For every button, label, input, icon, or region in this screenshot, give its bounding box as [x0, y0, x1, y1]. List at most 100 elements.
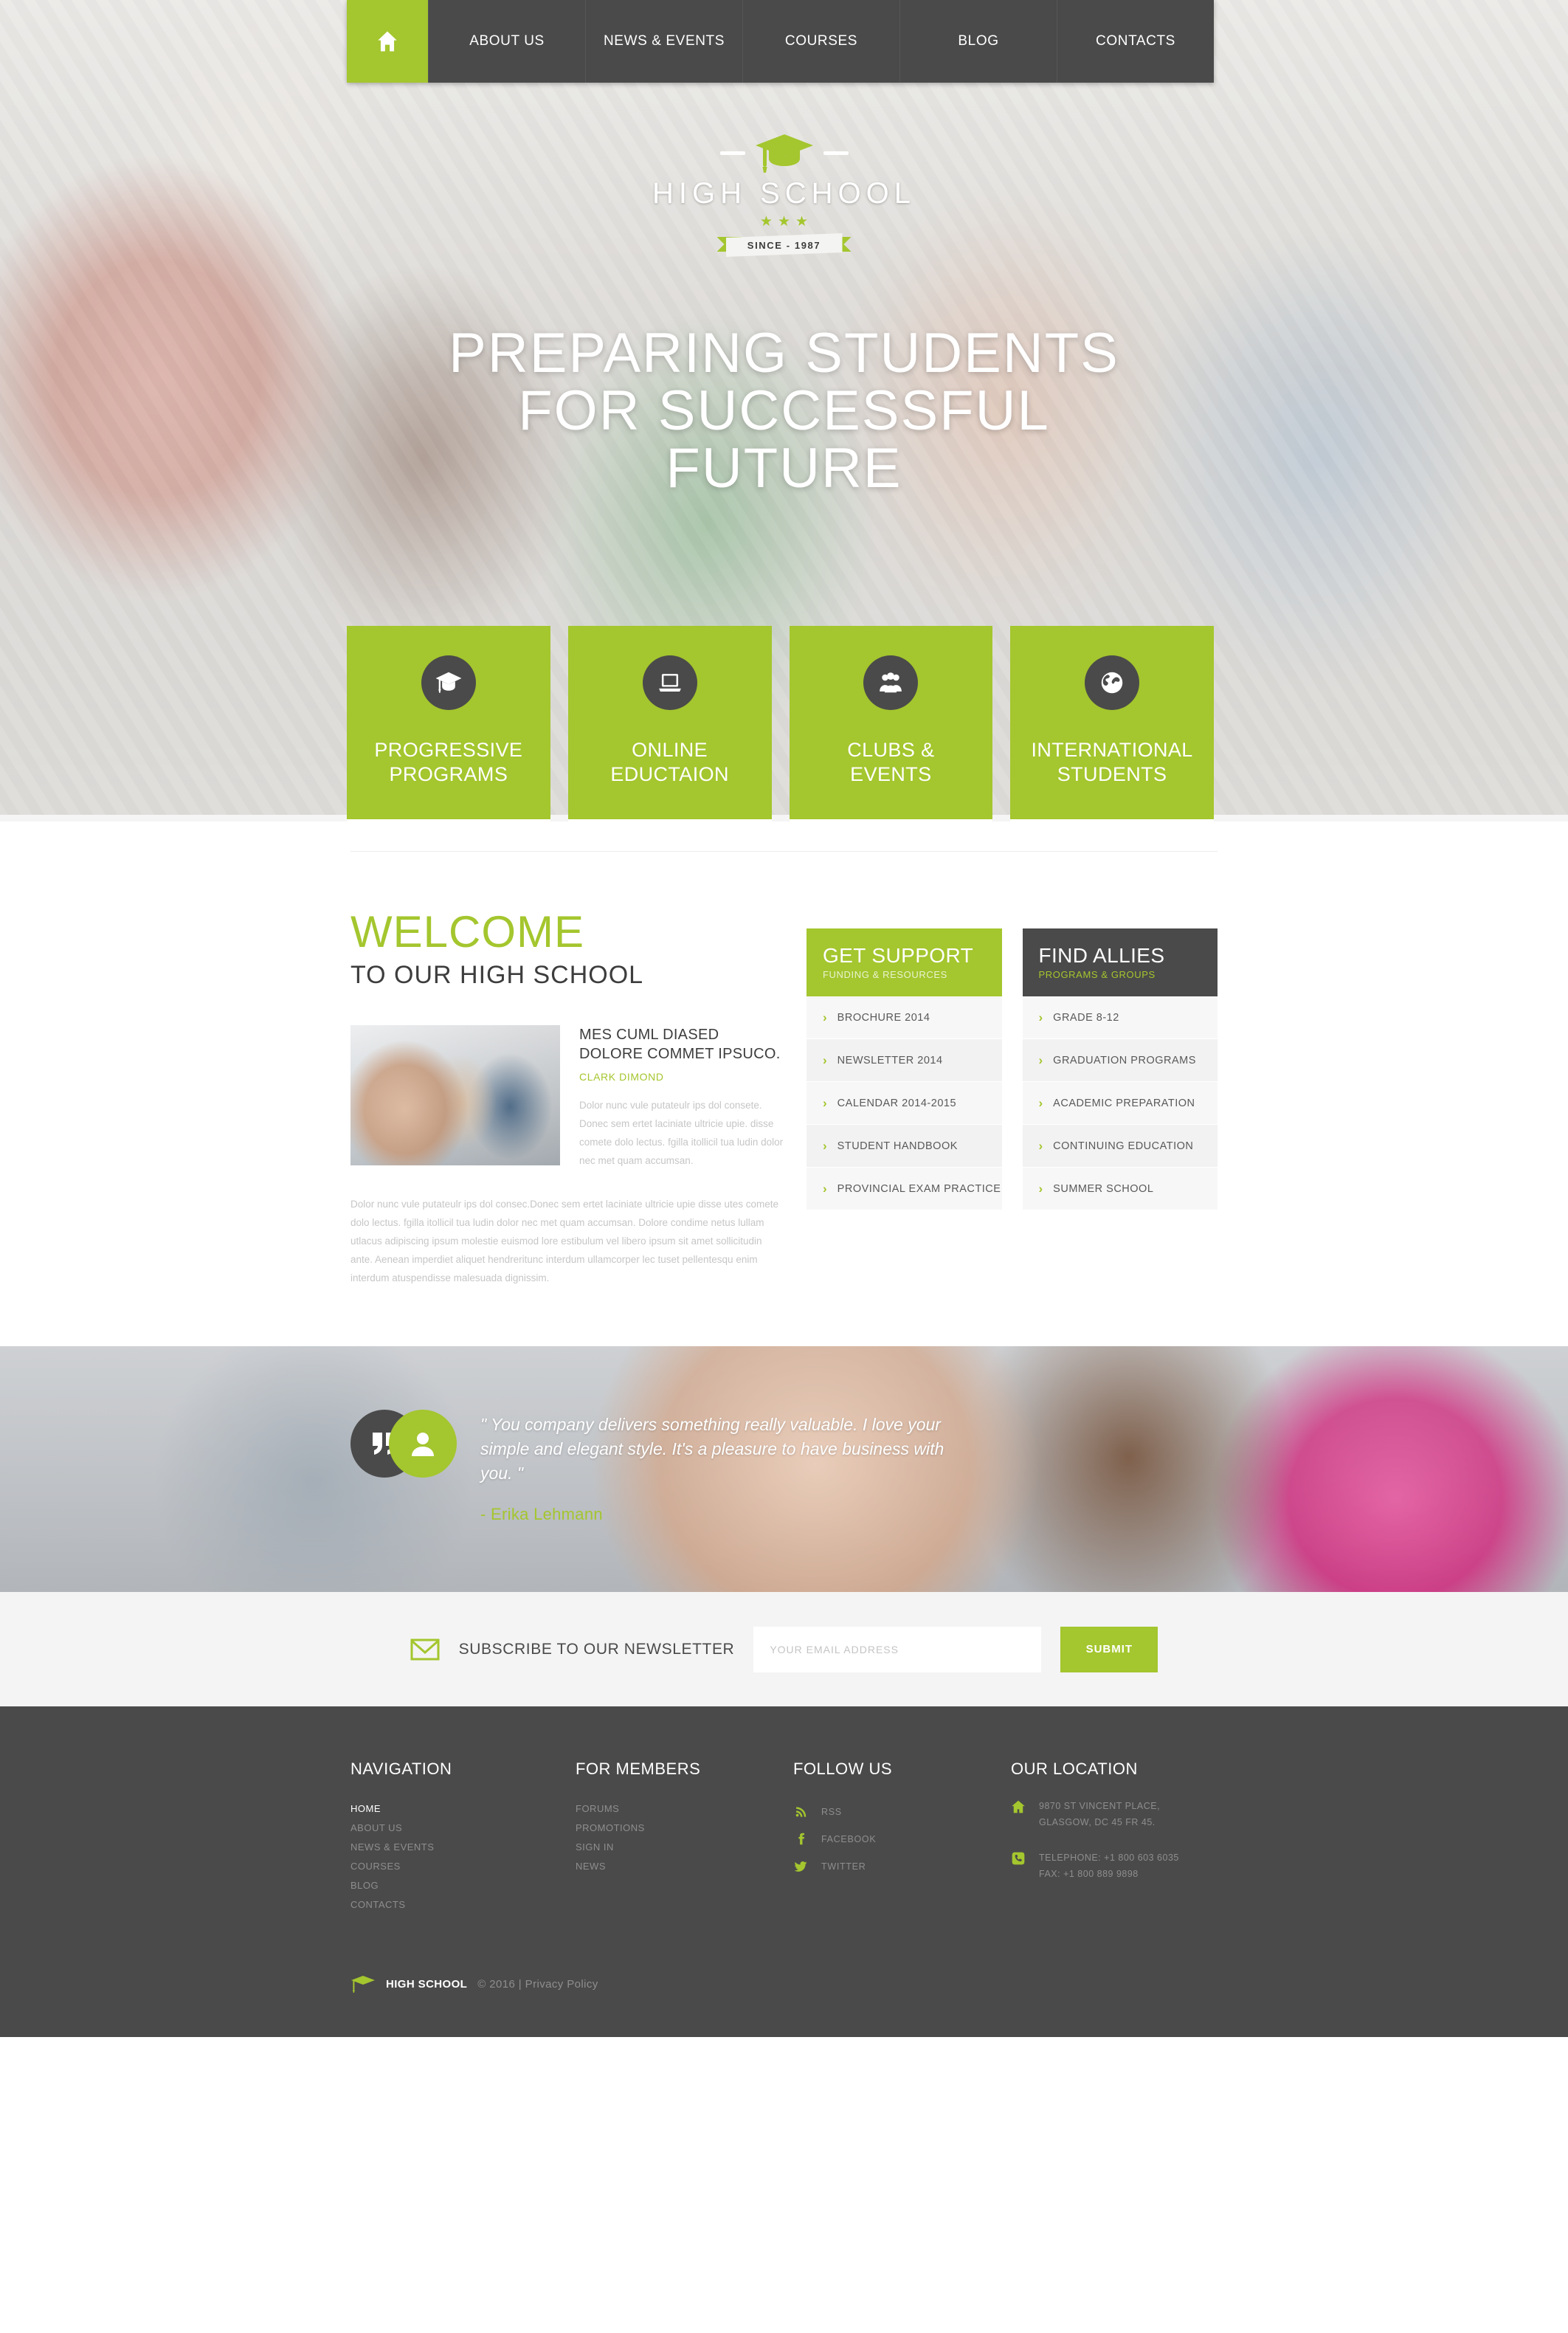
home-icon [378, 31, 397, 52]
hero-headline-line2: FOR SUCCESSFUL [518, 379, 1050, 442]
feature-card-header: ONLINE EDUCTAION [567, 626, 772, 819]
nav-item-home[interactable] [347, 0, 428, 83]
feature-card-header: CLUBS & EVENTS [789, 626, 993, 819]
get-support-title: GET SUPPORT [823, 944, 974, 967]
footer-link-forums[interactable]: FORUMS [576, 1799, 793, 1819]
group-people-icon [880, 672, 902, 693]
list-item[interactable]: › GRADUATION PROGRAMS [1022, 1039, 1218, 1082]
feature-card-body: DOLORE IPSUM Vivamus vel eros eget magna… [567, 819, 772, 821]
logo-dash-left [719, 151, 745, 155]
feature-card-progressive-programs[interactable]: PROGRESSIVE PROGRAMS DOLORE IPSUM Vivamu… [347, 626, 550, 821]
feature-card-title: INTERNATIONAL STUDENTS [1032, 738, 1193, 787]
footer-location-column: OUR LOCATION 9870 ST VINCENT PLACE, GLAS… [1011, 1760, 1218, 1915]
footer-link-contacts[interactable]: CONTACTS [350, 1895, 576, 1915]
feature-title-line2: PROGRAMS [389, 763, 508, 785]
footer-heading: FOR MEMBERS [576, 1760, 701, 1778]
welcome-section: WELCOME TO OUR HIGH SCHOOL MES CUML DIAS… [0, 821, 1568, 1346]
chevron-right-icon: › [1038, 1053, 1043, 1067]
nav-item-courses[interactable]: COURSES [742, 0, 899, 83]
footer-link-news[interactable]: NEWS [576, 1857, 793, 1876]
footer-phone-row: TELEPHONE: +1 800 603 6035 FAX: +1 800 8… [1011, 1850, 1218, 1882]
list-item[interactable]: › BROCHURE 2014 [807, 996, 1002, 1039]
social-label: FACEBOOK [821, 1833, 877, 1844]
facebook-icon [793, 1833, 808, 1845]
footer-link-about-us[interactable]: ABOUT US [350, 1819, 576, 1838]
footer-link-list: HOME ABOUT US NEWS & EVENTS COURSES BLOG… [350, 1799, 576, 1915]
footer-heading: NAVIGATION [350, 1760, 452, 1778]
list-item[interactable]: › PROVINCIAL EXAM PRACTICE [807, 1168, 1002, 1210]
newsletter-submit-button[interactable]: SUBMIT [1060, 1626, 1158, 1672]
social-link-twitter[interactable]: TWITTER [793, 1853, 1011, 1880]
nav-label: ABOUT US [469, 33, 545, 49]
welcome-content: WELCOME TO OUR HIGH SCHOOL MES CUML DIAS… [350, 852, 1218, 1346]
footer-phone-text: TELEPHONE: +1 800 603 6035 FAX: +1 800 8… [1039, 1850, 1179, 1882]
site-logo[interactable]: HIGH SCHOOL ★ ★ ★ SINCE - 1987 [0, 130, 1568, 260]
feature-title-line1: INTERNATIONAL [1031, 739, 1193, 761]
feature-icon-wrap [1085, 655, 1140, 710]
footer-bottom-bar: HIGH SCHOOL © 2016 | Privacy Policy [350, 1956, 1218, 2037]
feature-card-header: PROGRESSIVE PROGRAMS [347, 626, 550, 819]
feature-card-clubs-events[interactable]: CLUBS & EVENTS DOLORE IPSUM Vivamus vel … [789, 626, 993, 821]
chevron-right-icon: › [823, 1096, 827, 1110]
globe-icon [1101, 672, 1123, 694]
nav-item-blog[interactable]: BLOG [899, 0, 1057, 83]
feature-card-header: INTERNATIONAL STUDENTS [1010, 626, 1214, 819]
list-item[interactable]: › GRADE 8-12 [1022, 996, 1218, 1039]
footer-copyright[interactable]: © 2016 | Privacy Policy [477, 1978, 598, 1991]
nav-item-news-events[interactable]: NEWS & EVENTS [585, 0, 742, 83]
feature-icon-wrap [642, 655, 697, 710]
social-link-facebook[interactable]: FACEBOOK [793, 1825, 1011, 1853]
find-allies-panel: FIND ALLIES PROGRAMS & GROUPS › GRADE 8-1… [1022, 928, 1218, 1287]
chevron-right-icon: › [823, 1053, 827, 1067]
footer-link-news-events[interactable]: NEWS & EVENTS [350, 1838, 576, 1857]
feature-icon-wrap [421, 655, 476, 710]
nav-item-about-us[interactable]: ABOUT US [428, 0, 585, 83]
chevron-right-icon: › [1038, 1182, 1043, 1196]
footer-link-promotions[interactable]: PROMOTIONS [576, 1819, 793, 1838]
hero-headline-line1: PREPARING STUDENTS [449, 322, 1119, 385]
feature-card-international-students[interactable]: INTERNATIONAL STUDENTS DOLORE IPSUM Viva… [1010, 626, 1214, 821]
footer-brand-name[interactable]: HIGH SCHOOL [386, 1978, 467, 1991]
footer-link-blog[interactable]: BLOG [350, 1876, 576, 1895]
list-item[interactable]: › ACADEMIC PREPARATION [1022, 1082, 1218, 1125]
list-item[interactable]: › NEWSLETTER 2014 [807, 1039, 1002, 1082]
rss-icon [793, 1805, 808, 1818]
list-item-label: GRADUATION PROGRAMS [1053, 1054, 1196, 1066]
list-item-label: ACADEMIC PREPARATION [1053, 1097, 1195, 1109]
list-item[interactable]: › SUMMER SCHOOL [1022, 1168, 1218, 1210]
welcome-article-title: MES CUML DIASED DOLORE COMMET IPSUCO. [579, 1027, 781, 1062]
testimonial-section: " You company delivers something really … [0, 1346, 1568, 1592]
welcome-article-author: CLARK DIMOND [579, 1071, 664, 1083]
welcome-photo [350, 1025, 560, 1165]
graduation-cap-icon [755, 134, 813, 173]
feature-card-body: DOLORE IPSUM Vivamus vel eros eget magna… [347, 819, 550, 821]
chevron-right-icon: › [1038, 1010, 1043, 1024]
newsletter-email-input[interactable] [753, 1626, 1042, 1672]
testimonial-content: " You company delivers something really … [350, 1346, 1218, 1524]
social-link-rss[interactable]: RSS [793, 1798, 1011, 1825]
welcome-left-column: WELCOME TO OUR HIGH SCHOOL MES CUML DIAS… [350, 909, 786, 1287]
list-item-label: STUDENT HANDBOOK [837, 1140, 958, 1152]
list-item[interactable]: › CONTINUING EDUCATION [1022, 1125, 1218, 1168]
list-item[interactable]: › CALENDAR 2014-2015 [807, 1082, 1002, 1125]
testimonial-author: - Erika Lehmann [480, 1505, 603, 1523]
footer-columns: NAVIGATION HOME ABOUT US NEWS & EVENTS C… [350, 1760, 1218, 1915]
list-item[interactable]: › STUDENT HANDBOOK [807, 1125, 1002, 1168]
feature-card-title: ONLINE EDUCTAION [610, 738, 729, 787]
footer-link-courses[interactable]: COURSES [350, 1857, 576, 1876]
list-item-label: BROCHURE 2014 [837, 1011, 930, 1024]
footer-link-sign-in[interactable]: SIGN IN [576, 1838, 793, 1857]
newsletter-section: SUBSCRIBE TO OUR NEWSLETTER SUBMIT [0, 1592, 1568, 1706]
find-allies-subtitle: PROGRAMS & GROUPS [1038, 969, 1156, 980]
feature-card-body: DOLORE IPSUM Vivamus vel eros eget magna… [1010, 819, 1214, 821]
welcome-heading: WELCOME [350, 907, 585, 957]
nav-item-contacts[interactable]: CONTACTS [1057, 0, 1214, 83]
feature-card-online-education[interactable]: ONLINE EDUCTAION DOLORE IPSUM Vivamus ve… [567, 626, 772, 821]
chevron-right-icon: › [1038, 1139, 1043, 1153]
footer-link-home[interactable]: HOME [350, 1799, 576, 1819]
feature-card-title: PROGRESSIVE PROGRAMS [374, 738, 522, 787]
testimonial-body: " You company delivers something really … [480, 1410, 1218, 1524]
nav-label: NEWS & EVENTS [603, 33, 725, 49]
hero-headline-line3: FUTURE [666, 437, 902, 500]
star-icon: ★ [777, 214, 791, 230]
